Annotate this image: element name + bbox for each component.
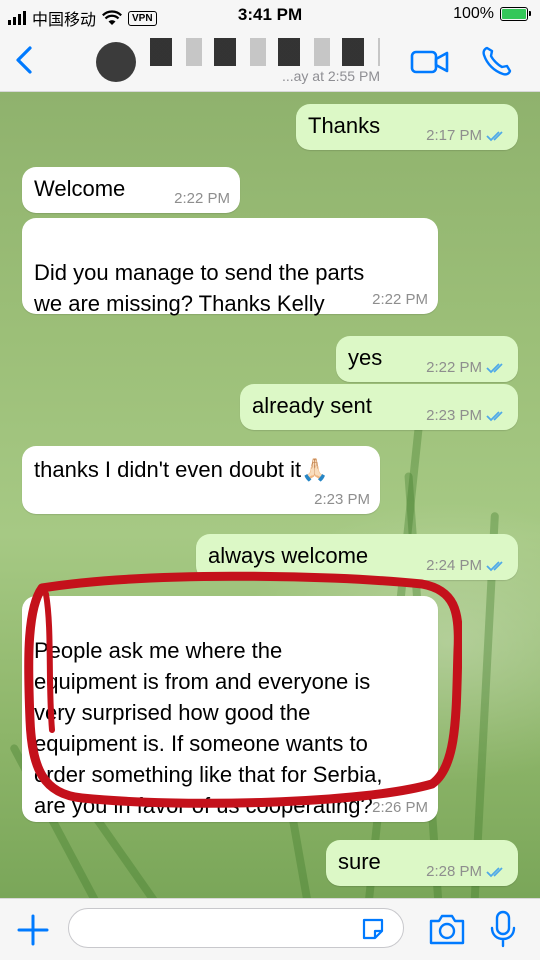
sticker-icon[interactable] [360,916,386,942]
chat-header: ...ay at 2:55 PM [0,30,540,92]
read-receipt-icon [486,131,503,142]
message-time: 2:28 PM [426,863,482,880]
battery-icon [500,7,531,21]
message-text: Welcome [34,176,126,201]
red-highlight-circle [24,571,462,808]
message-bubble-outgoing[interactable]: yes 2:22 PM [336,336,518,382]
message-bubble-outgoing[interactable]: already sent 2:23 PM [240,384,518,430]
contact-last-seen: ...ay at 2:55 PM [281,68,380,84]
camera-icon[interactable] [428,912,466,946]
video-call-icon[interactable] [410,44,450,80]
status-bar: 中国移动 VPN 3:41 PM 100% [0,0,540,30]
message-bubble-incoming[interactable]: Did you manage to send the parts we are … [22,218,438,316]
message-text: yes [348,345,383,370]
back-chevron-icon[interactable] [10,40,40,80]
message-time: 2:23 PM [426,407,482,424]
phone-call-icon[interactable] [478,44,518,80]
read-receipt-icon [486,363,503,374]
message-bubble-incoming[interactable]: thanks I didn't even doubt it🙏🏻 2:23 PM [22,446,380,514]
message-time: 2:22 PM [174,190,230,207]
microphone-icon[interactable] [488,909,518,949]
avatar[interactable] [96,42,136,82]
message-time: 2:22 PM [426,359,482,376]
message-text: Thanks [308,113,381,138]
message-input[interactable] [68,908,404,948]
read-receipt-icon [486,561,503,572]
message-bubble-outgoing[interactable]: sure 2:28 PM [326,840,518,886]
message-text: Did you manage to send the parts we are … [34,260,365,316]
contact-name-redacted[interactable] [150,38,380,66]
message-bubble-outgoing[interactable]: Thanks 2:17 PM [296,104,518,150]
message-time: 2:22 PM [372,291,428,308]
message-time: 2:17 PM [426,127,482,144]
read-receipt-icon [486,411,503,422]
plus-icon[interactable] [14,911,52,949]
message-text: sure [338,849,381,874]
message-time: 2:23 PM [314,491,370,508]
message-text: always welcome [208,543,369,568]
read-receipt-icon [486,867,503,878]
message-text: thanks I didn't even doubt it🙏🏻 [34,457,329,482]
compose-bar [0,898,540,960]
message-text: already sent [252,393,372,418]
battery-percent: 100% [453,5,494,22]
message-bubble-incoming[interactable]: Welcome 2:22 PM [22,167,240,213]
